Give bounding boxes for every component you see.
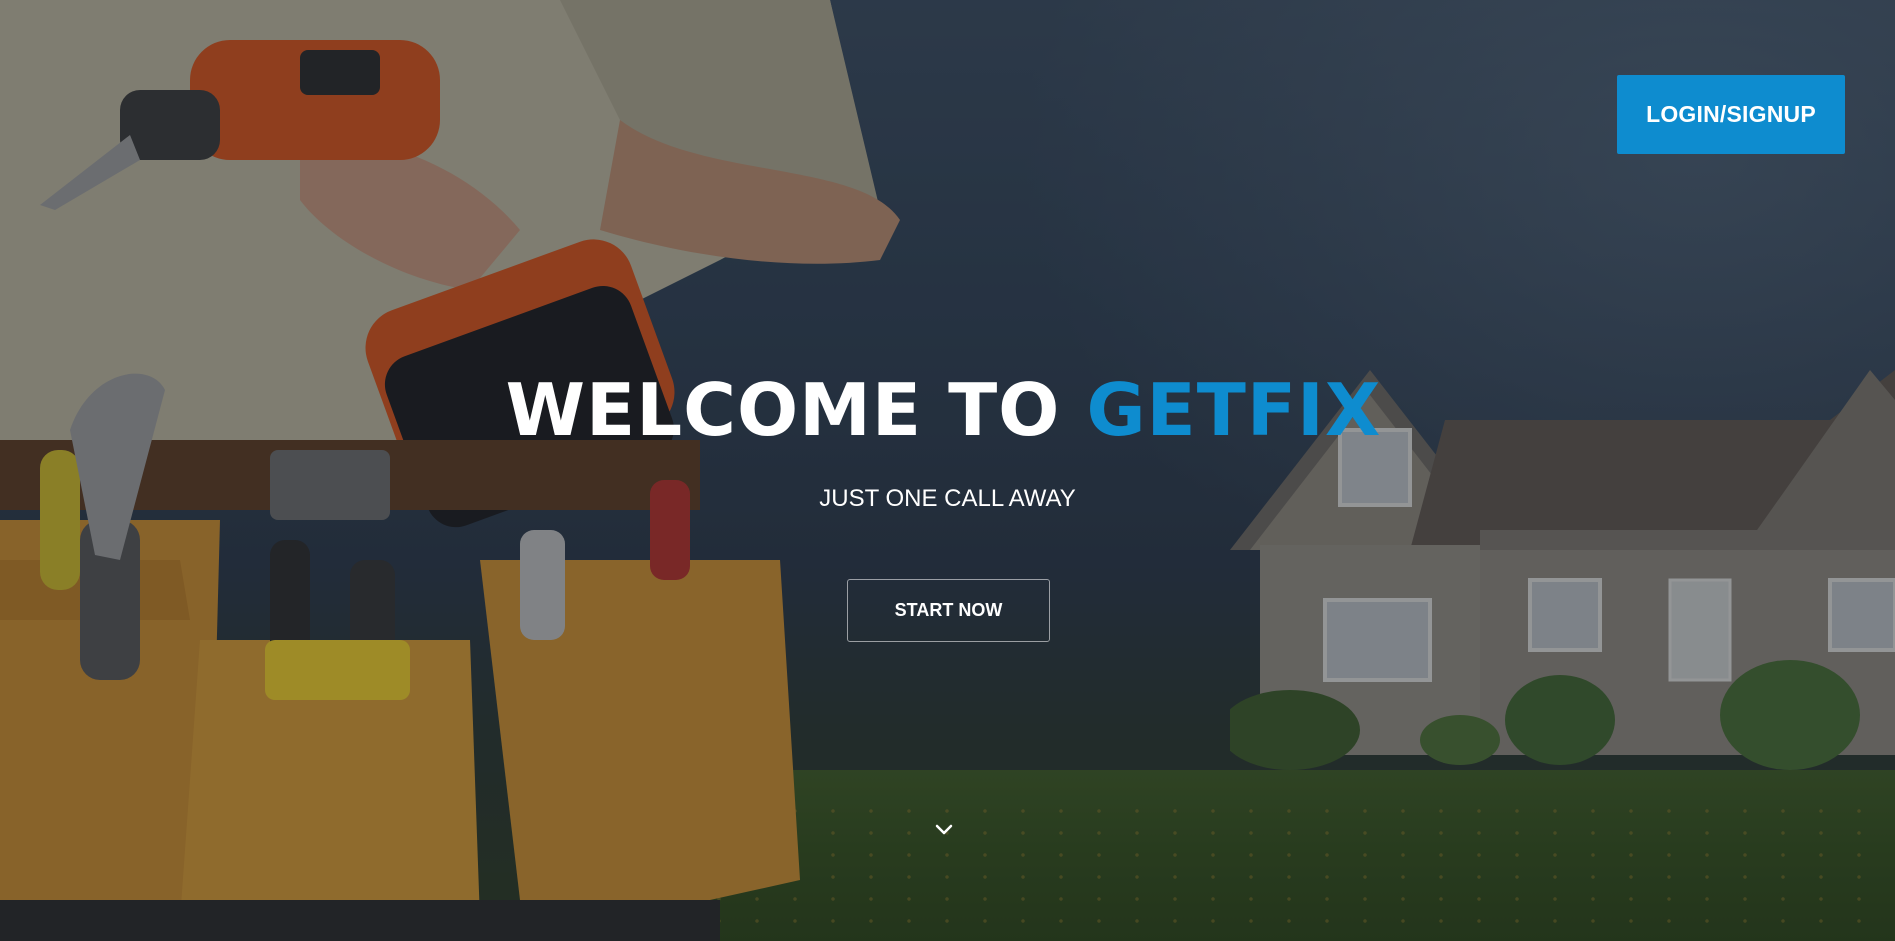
hero-title-main: WELCOME TO <box>505 368 1087 452</box>
hero-section: LOGIN/SIGNUP WELCOME TO GETFIX JUST ONE … <box>0 0 1895 941</box>
chevron-down-icon <box>935 824 953 835</box>
hero-title-brand: GETFIX <box>1086 368 1382 452</box>
login-signup-button[interactable]: LOGIN/SIGNUP <box>1617 75 1845 154</box>
scroll-down-button[interactable] <box>932 818 956 842</box>
dark-overlay <box>0 0 1895 941</box>
start-now-button[interactable]: START NOW <box>847 579 1050 642</box>
hero-title: WELCOME TO GETFIX <box>0 362 1891 458</box>
hero-subtitle: JUST ONE CALL AWAY <box>819 485 1076 512</box>
